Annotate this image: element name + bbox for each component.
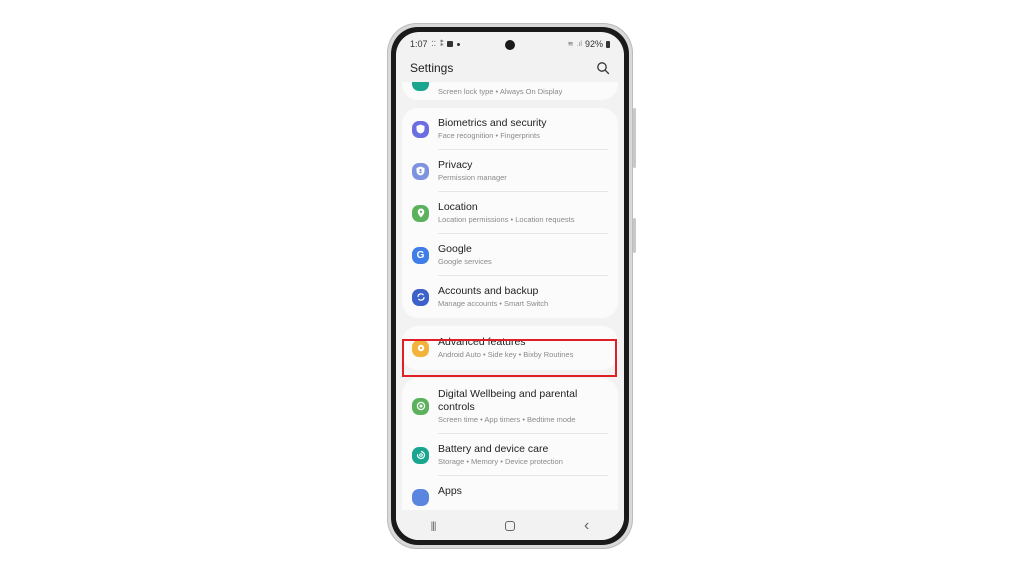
- item-subtitle: Screen lock type • Always On Display: [438, 87, 563, 96]
- item-subtitle: Storage • Memory • Device protection: [438, 457, 563, 466]
- item-subtitle: Permission manager: [438, 173, 507, 182]
- signal-icon: .ıl: [576, 40, 582, 48]
- item-title: Biometrics and security: [438, 117, 547, 129]
- back-button[interactable]: ‹: [584, 517, 589, 535]
- item-title: Google: [438, 243, 472, 255]
- screen: 1:07 ⁚⁚ ⁑ ≋ .ıl 92% Settings Screen lock…: [396, 32, 624, 540]
- device-care-icon: [412, 446, 429, 464]
- phone-bezel: 1:07 ⁚⁚ ⁑ ≋ .ıl 92% Settings Screen lock…: [391, 27, 629, 545]
- sync-icon: [412, 288, 429, 306]
- search-icon[interactable]: [596, 61, 610, 75]
- battery-percent: 92%: [584, 39, 603, 49]
- item-subtitle: Face recognition • Fingerprints: [438, 131, 540, 140]
- item-title: Privacy: [438, 159, 473, 171]
- card-lock-screen: Screen lock type • Always On Display: [402, 82, 618, 100]
- shield-icon: [412, 120, 429, 138]
- item-title: Accounts and backup: [438, 285, 539, 297]
- clock: 1:07: [410, 39, 428, 49]
- battery-icon: [606, 40, 610, 48]
- apps-icon: [412, 489, 429, 506]
- wellbeing-icon: [412, 397, 429, 415]
- item-title: Location: [438, 201, 478, 213]
- item-subtitle: Location permissions • Location requests: [438, 215, 575, 224]
- list-item-digital-wellbeing[interactable]: Digital Wellbeing and parental controls …: [402, 378, 618, 434]
- cast-icon: ⁚⁚: [431, 41, 436, 48]
- list-item-lock-screen[interactable]: Screen lock type • Always On Display: [402, 82, 618, 100]
- screen-record-icon: ⁑: [439, 41, 444, 48]
- lock-screen-icon: [412, 82, 429, 91]
- item-title: Digital Wellbeing and parental controls: [438, 387, 578, 413]
- list-item-location[interactable]: Location Location permissions • Location…: [402, 192, 618, 234]
- list-item-battery[interactable]: Battery and device care Storage • Memory…: [402, 434, 618, 476]
- list-item-accounts[interactable]: Accounts and backup Manage accounts • Sm…: [402, 276, 618, 318]
- google-icon: G: [412, 246, 429, 264]
- bag-icon: [447, 41, 454, 47]
- item-subtitle: Screen time • App timers • Bedtime mode: [438, 414, 576, 424]
- list-item-google[interactable]: G Google Google services: [402, 234, 618, 276]
- volume-button: [633, 108, 636, 168]
- settings-list[interactable]: Screen lock type • Always On Display Bio…: [402, 82, 618, 510]
- home-button[interactable]: [504, 521, 515, 531]
- page-title: Settings: [410, 61, 454, 75]
- dot-icon: [457, 42, 461, 46]
- item-title: Battery and device care: [438, 443, 549, 455]
- item-title: Apps: [438, 485, 462, 497]
- recents-button[interactable]: |||: [431, 521, 437, 532]
- item-subtitle: Manage accounts • Smart Switch: [438, 299, 549, 308]
- navigation-bar: ||| ‹: [396, 512, 624, 540]
- front-camera: [505, 40, 515, 50]
- phone-frame: 1:07 ⁚⁚ ⁑ ≋ .ıl 92% Settings Screen lock…: [387, 23, 636, 549]
- card-security: Biometrics and security Face recognition…: [402, 108, 618, 318]
- card-wellbeing: Digital Wellbeing and parental controls …: [402, 378, 618, 510]
- highlight-box: [402, 339, 617, 377]
- wifi-icon: ≋: [567, 41, 574, 48]
- privacy-shield-icon: [412, 162, 429, 180]
- list-item-apps[interactable]: Apps: [402, 476, 618, 510]
- list-item-privacy[interactable]: Privacy Permission manager: [402, 150, 618, 192]
- location-pin-icon: [412, 204, 429, 222]
- item-subtitle: Google services: [438, 257, 492, 266]
- app-bar: Settings: [410, 58, 610, 78]
- power-button: [633, 218, 636, 253]
- list-item-biometrics[interactable]: Biometrics and security Face recognition…: [402, 108, 618, 150]
